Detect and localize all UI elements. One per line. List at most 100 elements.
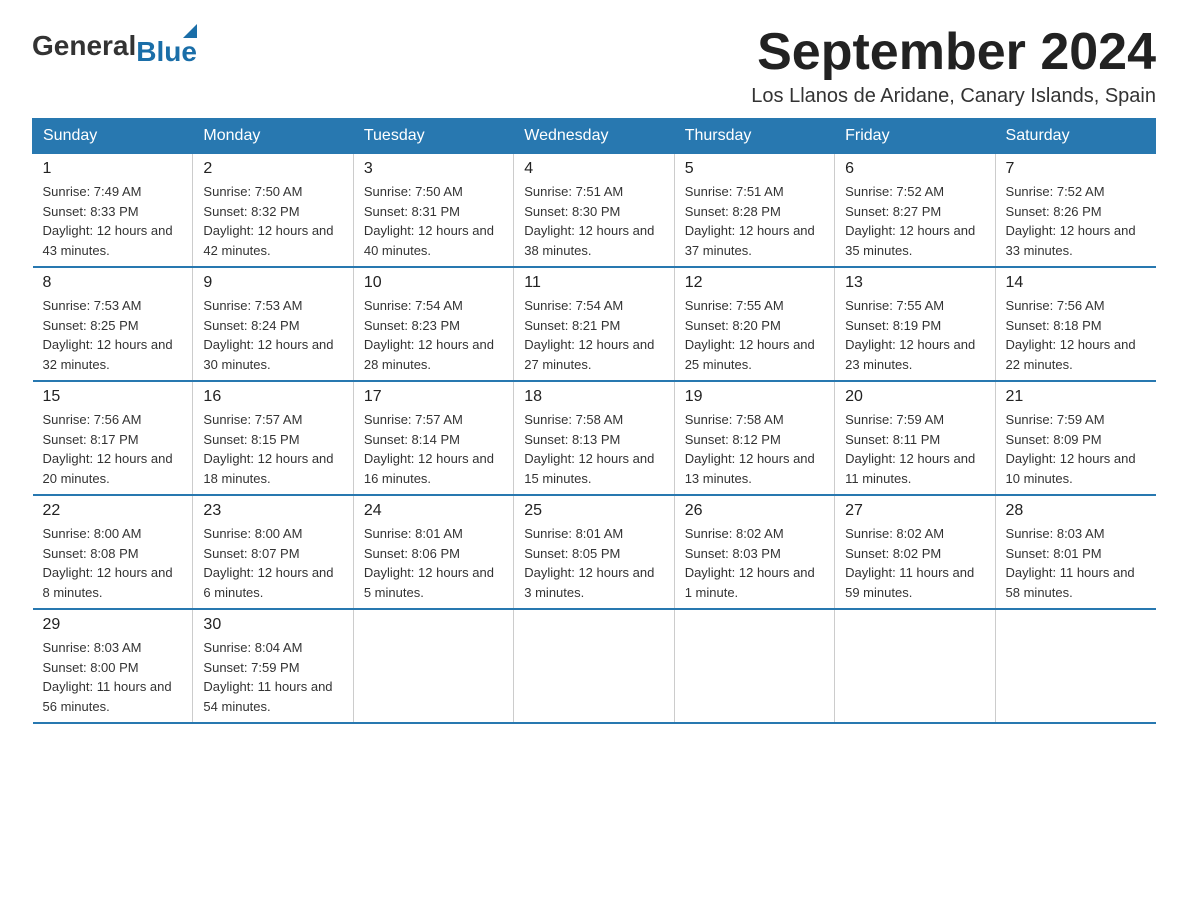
day-number: 22	[43, 502, 183, 520]
logo-blue-text: Blue	[136, 36, 197, 68]
day-number: 21	[1006, 388, 1146, 406]
calendar-cell: 27 Sunrise: 8:02 AMSunset: 8:02 PMDayligh…	[835, 495, 995, 609]
calendar-cell: 8 Sunrise: 7:53 AMSunset: 8:25 PMDaylight…	[33, 267, 193, 381]
calendar-cell: 1Sunrise: 7:49 AMSunset: 8:33 PMDaylight…	[33, 154, 193, 268]
day-info: Sunrise: 8:04 AMSunset: 7:59 PMDaylight:…	[203, 640, 332, 714]
day-number: 13	[845, 274, 984, 292]
page-title: September 2024	[751, 24, 1156, 81]
day-number: 27	[845, 502, 984, 520]
calendar-cell: 9Sunrise: 7:53 AMSunset: 8:24 PMDaylight…	[193, 267, 353, 381]
day-number: 15	[43, 388, 183, 406]
calendar-cell: 26 Sunrise: 8:02 AMSunset: 8:03 PMDayligh…	[674, 495, 834, 609]
day-info: Sunrise: 8:01 AMSunset: 8:06 PMDaylight:…	[364, 526, 494, 600]
day-info: Sunrise: 7:51 AMSunset: 8:30 PMDaylight:…	[524, 184, 654, 258]
calendar-week-row: 15 Sunrise: 7:56 AMSunset: 8:17 PMDayligh…	[33, 381, 1156, 495]
day-info: Sunrise: 7:58 AMSunset: 8:13 PMDaylight:…	[524, 412, 654, 486]
day-info: Sunrise: 7:55 AMSunset: 8:19 PMDaylight:…	[845, 298, 975, 372]
calendar-week-row: 29 Sunrise: 8:03 AMSunset: 8:00 PMDayligh…	[33, 609, 1156, 723]
day-number: 29	[43, 616, 183, 634]
day-number: 6	[845, 160, 984, 178]
day-number: 17	[364, 388, 503, 406]
day-header-sunday: Sunday	[33, 119, 193, 154]
calendar-cell: 22 Sunrise: 8:00 AMSunset: 8:08 PMDayligh…	[33, 495, 193, 609]
day-number: 8	[43, 274, 183, 292]
day-number: 28	[1006, 502, 1146, 520]
day-header-thursday: Thursday	[674, 119, 834, 154]
day-number: 11	[524, 274, 663, 292]
calendar-header-row: SundayMondayTuesdayWednesdayThursdayFrid…	[33, 119, 1156, 154]
day-info: Sunrise: 7:54 AMSunset: 8:21 PMDaylight:…	[524, 298, 654, 372]
day-info: Sunrise: 8:02 AMSunset: 8:02 PMDaylight:…	[845, 526, 974, 600]
day-info: Sunrise: 8:00 AMSunset: 8:07 PMDaylight:…	[203, 526, 333, 600]
day-info: Sunrise: 7:55 AMSunset: 8:20 PMDaylight:…	[685, 298, 815, 372]
day-number: 12	[685, 274, 824, 292]
day-number: 25	[524, 502, 663, 520]
calendar-cell: 24 Sunrise: 8:01 AMSunset: 8:06 PMDayligh…	[353, 495, 513, 609]
calendar-cell: 2 Sunrise: 7:50 AMSunset: 8:32 PMDaylight…	[193, 154, 353, 268]
day-number: 14	[1006, 274, 1146, 292]
logo: General Blue	[32, 24, 197, 68]
calendar-cell: 30 Sunrise: 8:04 AMSunset: 7:59 PMDayligh…	[193, 609, 353, 723]
day-info: Sunrise: 7:57 AMSunset: 8:14 PMDaylight:…	[364, 412, 494, 486]
calendar-cell	[514, 609, 674, 723]
calendar-cell: 29 Sunrise: 8:03 AMSunset: 8:00 PMDayligh…	[33, 609, 193, 723]
calendar-cell: 19 Sunrise: 7:58 AMSunset: 8:12 PMDayligh…	[674, 381, 834, 495]
calendar-table: SundayMondayTuesdayWednesdayThursdayFrid…	[32, 118, 1156, 724]
day-number: 5	[685, 160, 824, 178]
day-number: 18	[524, 388, 663, 406]
day-number: 1	[43, 160, 183, 178]
day-info: Sunrise: 7:57 AMSunset: 8:15 PMDaylight:…	[203, 412, 333, 486]
day-header-monday: Monday	[193, 119, 353, 154]
calendar-cell: 7 Sunrise: 7:52 AMSunset: 8:26 PMDaylight…	[995, 154, 1155, 268]
calendar-cell: 16Sunrise: 7:57 AMSunset: 8:15 PMDayligh…	[193, 381, 353, 495]
day-info: Sunrise: 7:54 AMSunset: 8:23 PMDaylight:…	[364, 298, 494, 372]
calendar-cell: 6 Sunrise: 7:52 AMSunset: 8:27 PMDaylight…	[835, 154, 995, 268]
day-number: 4	[524, 160, 663, 178]
calendar-week-row: 1Sunrise: 7:49 AMSunset: 8:33 PMDaylight…	[33, 154, 1156, 268]
calendar-cell: 11 Sunrise: 7:54 AMSunset: 8:21 PMDayligh…	[514, 267, 674, 381]
calendar-cell: 10 Sunrise: 7:54 AMSunset: 8:23 PMDayligh…	[353, 267, 513, 381]
day-number: 30	[203, 616, 342, 634]
day-info: Sunrise: 7:52 AMSunset: 8:27 PMDaylight:…	[845, 184, 975, 258]
day-header-wednesday: Wednesday	[514, 119, 674, 154]
calendar-cell: 20Sunrise: 7:59 AMSunset: 8:11 PMDayligh…	[835, 381, 995, 495]
title-area: September 2024 Los Llanos de Aridane, Ca…	[751, 24, 1156, 108]
day-info: Sunrise: 7:56 AMSunset: 8:17 PMDaylight:…	[43, 412, 173, 486]
day-number: 2	[203, 160, 342, 178]
day-info: Sunrise: 7:53 AMSunset: 8:25 PMDaylight:…	[43, 298, 173, 372]
day-info: Sunrise: 7:53 AMSunset: 8:24 PMDaylight:…	[203, 298, 333, 372]
calendar-cell: 13 Sunrise: 7:55 AMSunset: 8:19 PMDayligh…	[835, 267, 995, 381]
day-info: Sunrise: 8:03 AMSunset: 8:00 PMDaylight:…	[43, 640, 172, 714]
calendar-cell	[353, 609, 513, 723]
day-number: 26	[685, 502, 824, 520]
day-info: Sunrise: 7:50 AMSunset: 8:32 PMDaylight:…	[203, 184, 333, 258]
day-info: Sunrise: 7:58 AMSunset: 8:12 PMDaylight:…	[685, 412, 815, 486]
day-number: 10	[364, 274, 503, 292]
logo-blue-block: Blue	[136, 24, 197, 68]
calendar-cell: 5 Sunrise: 7:51 AMSunset: 8:28 PMDaylight…	[674, 154, 834, 268]
day-number: 3	[364, 160, 503, 178]
day-info: Sunrise: 7:59 AMSunset: 8:09 PMDaylight:…	[1006, 412, 1136, 486]
calendar-cell: 15 Sunrise: 7:56 AMSunset: 8:17 PMDayligh…	[33, 381, 193, 495]
day-info: Sunrise: 8:02 AMSunset: 8:03 PMDaylight:…	[685, 526, 815, 600]
calendar-cell: 21 Sunrise: 7:59 AMSunset: 8:09 PMDayligh…	[995, 381, 1155, 495]
calendar-cell: 17 Sunrise: 7:57 AMSunset: 8:14 PMDayligh…	[353, 381, 513, 495]
day-info: Sunrise: 7:51 AMSunset: 8:28 PMDaylight:…	[685, 184, 815, 258]
calendar-cell: 12 Sunrise: 7:55 AMSunset: 8:20 PMDayligh…	[674, 267, 834, 381]
calendar-cell	[674, 609, 834, 723]
day-info: Sunrise: 8:00 AMSunset: 8:08 PMDaylight:…	[43, 526, 173, 600]
day-number: 19	[685, 388, 824, 406]
calendar-week-row: 8 Sunrise: 7:53 AMSunset: 8:25 PMDaylight…	[33, 267, 1156, 381]
calendar-cell: 14 Sunrise: 7:56 AMSunset: 8:18 PMDayligh…	[995, 267, 1155, 381]
day-number: 20	[845, 388, 984, 406]
calendar-cell: 3Sunrise: 7:50 AMSunset: 8:31 PMDaylight…	[353, 154, 513, 268]
calendar-cell: 25Sunrise: 8:01 AMSunset: 8:05 PMDayligh…	[514, 495, 674, 609]
logo-general-text: General	[32, 30, 136, 62]
day-info: Sunrise: 8:03 AMSunset: 8:01 PMDaylight:…	[1006, 526, 1135, 600]
day-number: 24	[364, 502, 503, 520]
calendar-week-row: 22 Sunrise: 8:00 AMSunset: 8:08 PMDayligh…	[33, 495, 1156, 609]
day-info: Sunrise: 7:52 AMSunset: 8:26 PMDaylight:…	[1006, 184, 1136, 258]
calendar-cell: 4 Sunrise: 7:51 AMSunset: 8:30 PMDaylight…	[514, 154, 674, 268]
day-info: Sunrise: 7:56 AMSunset: 8:18 PMDaylight:…	[1006, 298, 1136, 372]
day-number: 7	[1006, 160, 1146, 178]
